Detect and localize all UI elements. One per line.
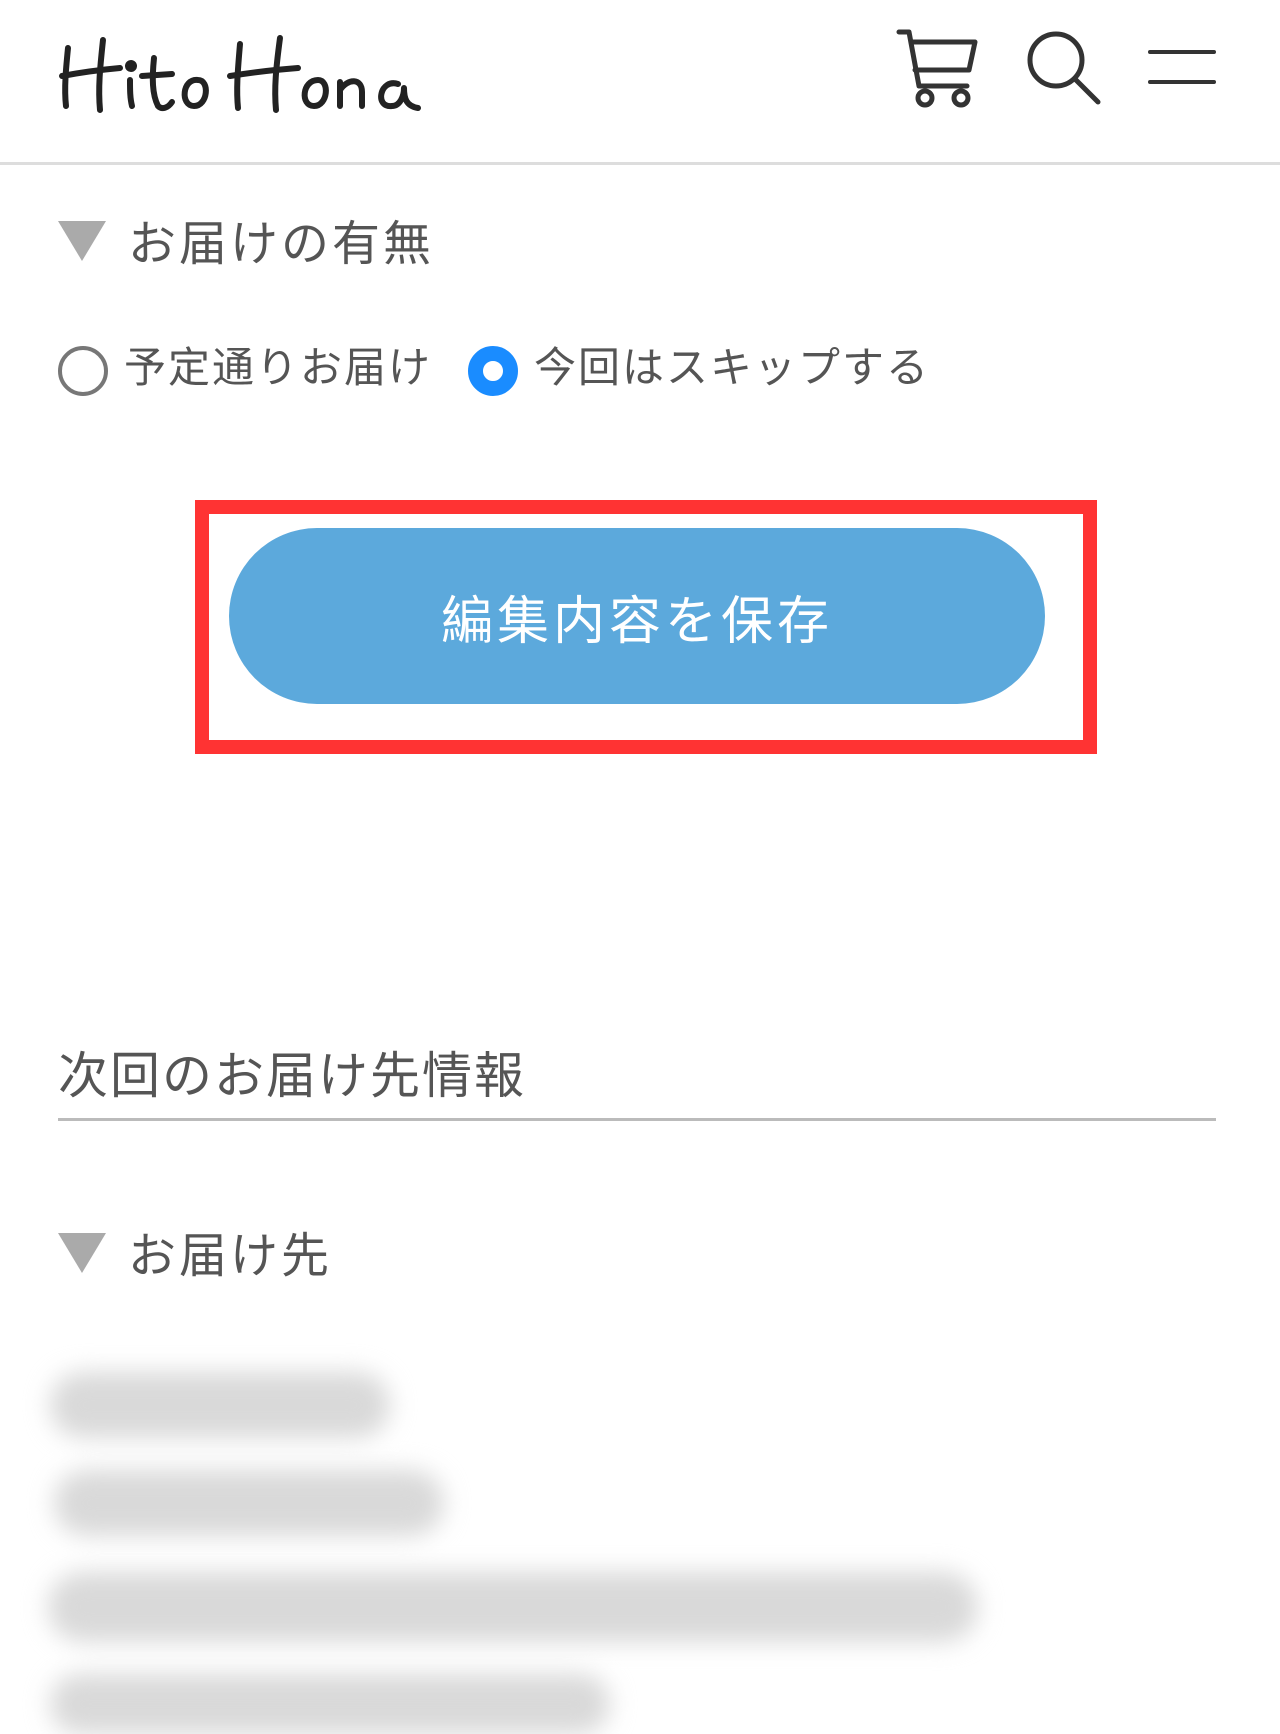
collapse-triangle-icon[interactable] bbox=[58, 1233, 106, 1273]
radio-option-scheduled[interactable]: 予定通りお届け bbox=[58, 332, 432, 396]
site-header bbox=[0, 0, 1280, 165]
redacted-phone bbox=[50, 1674, 610, 1734]
radio-unchecked-icon[interactable] bbox=[58, 346, 108, 396]
search-icon[interactable] bbox=[1026, 30, 1102, 106]
hamburger-menu-icon[interactable] bbox=[1148, 48, 1216, 88]
address-section-label: お届け先 bbox=[58, 1216, 332, 1286]
radio-checked-icon[interactable] bbox=[468, 346, 519, 396]
delivery-section-title: お届けの有無 bbox=[128, 216, 435, 272]
address-section-title: お届け先 bbox=[128, 1228, 333, 1284]
delivery-section-label: お届けの有無 bbox=[58, 204, 434, 274]
cart-icon[interactable] bbox=[895, 26, 981, 110]
radio-label-scheduled: 予定通りお届け bbox=[124, 342, 433, 392]
collapse-triangle-icon[interactable] bbox=[58, 221, 106, 261]
delivery-radio-group: 予定通りお届け 今回はスキップする bbox=[58, 332, 930, 396]
hitohana-logo[interactable] bbox=[58, 28, 428, 118]
save-changes-button[interactable]: 編集内容を保存 bbox=[229, 528, 1045, 704]
radio-label-skip: 今回はスキップする bbox=[534, 342, 931, 392]
redacted-address bbox=[48, 1572, 978, 1642]
next-delivery-heading: 次回のお届け先情報 bbox=[58, 1036, 1216, 1121]
redacted-postal-code bbox=[54, 1470, 444, 1536]
redacted-name bbox=[50, 1372, 390, 1438]
radio-option-skip[interactable]: 今回はスキップする bbox=[468, 332, 930, 396]
